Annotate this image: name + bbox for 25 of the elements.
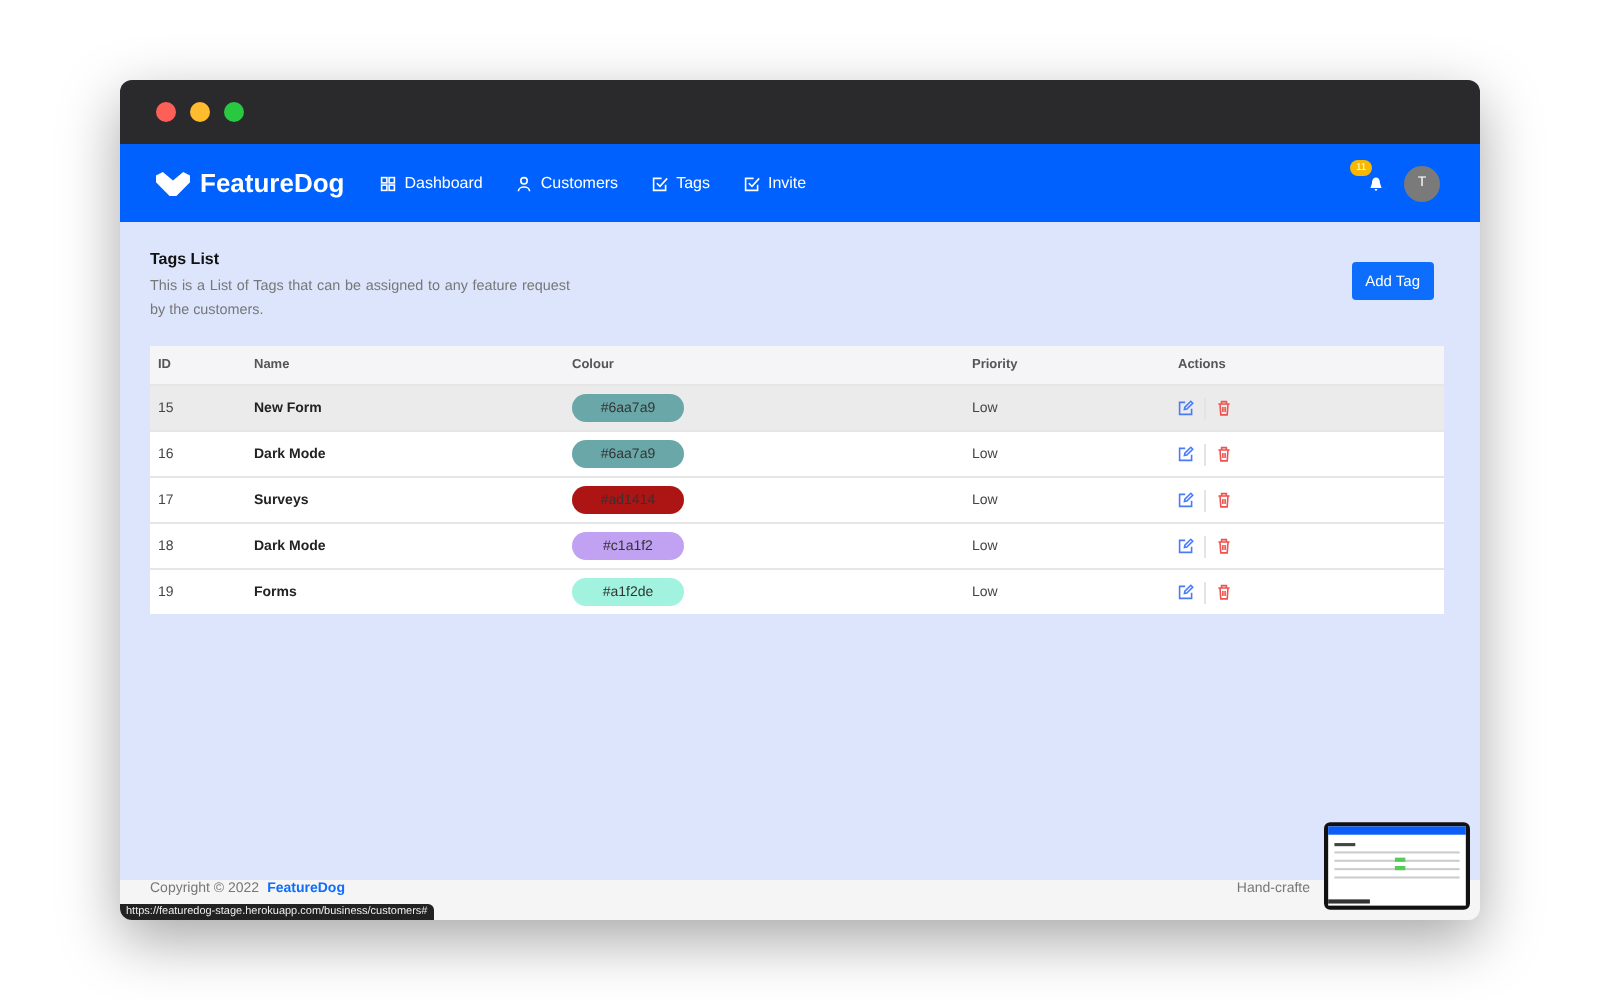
nav-link[interactable]: Invite: [743, 174, 807, 192]
minimize-button[interactable]: [190, 102, 210, 122]
edit-icon[interactable]: [1178, 538, 1194, 554]
nav-link[interactable]: Customers: [516, 174, 619, 192]
close-button[interactable]: [156, 102, 176, 122]
checkbox-icon: [652, 175, 669, 191]
page-title: Tags List: [150, 250, 222, 268]
delete-icon[interactable]: [1216, 446, 1232, 462]
logo-icon[interactable]: [156, 171, 190, 195]
edit-icon[interactable]: [1178, 584, 1194, 600]
edit-icon[interactable]: [1178, 400, 1194, 416]
delete-icon[interactable]: [1216, 538, 1232, 554]
nav-link[interactable]: Tags: [652, 174, 710, 192]
brand-name[interactable]: FeatureDog: [200, 168, 345, 198]
nav-link[interactable]: Dashboard: [380, 174, 483, 192]
user-icon: [516, 175, 533, 191]
checkbox-icon: [743, 175, 760, 191]
edit-icon[interactable]: [1178, 446, 1194, 462]
zoom-button[interactable]: [224, 102, 244, 122]
delete-icon[interactable]: [1216, 584, 1232, 600]
delete-icon[interactable]: [1216, 492, 1232, 508]
grid-icon: [380, 175, 397, 191]
edit-icon[interactable]: [1178, 492, 1194, 508]
delete-icon[interactable]: [1216, 400, 1232, 416]
bell-icon[interactable]: [1368, 175, 1384, 191]
